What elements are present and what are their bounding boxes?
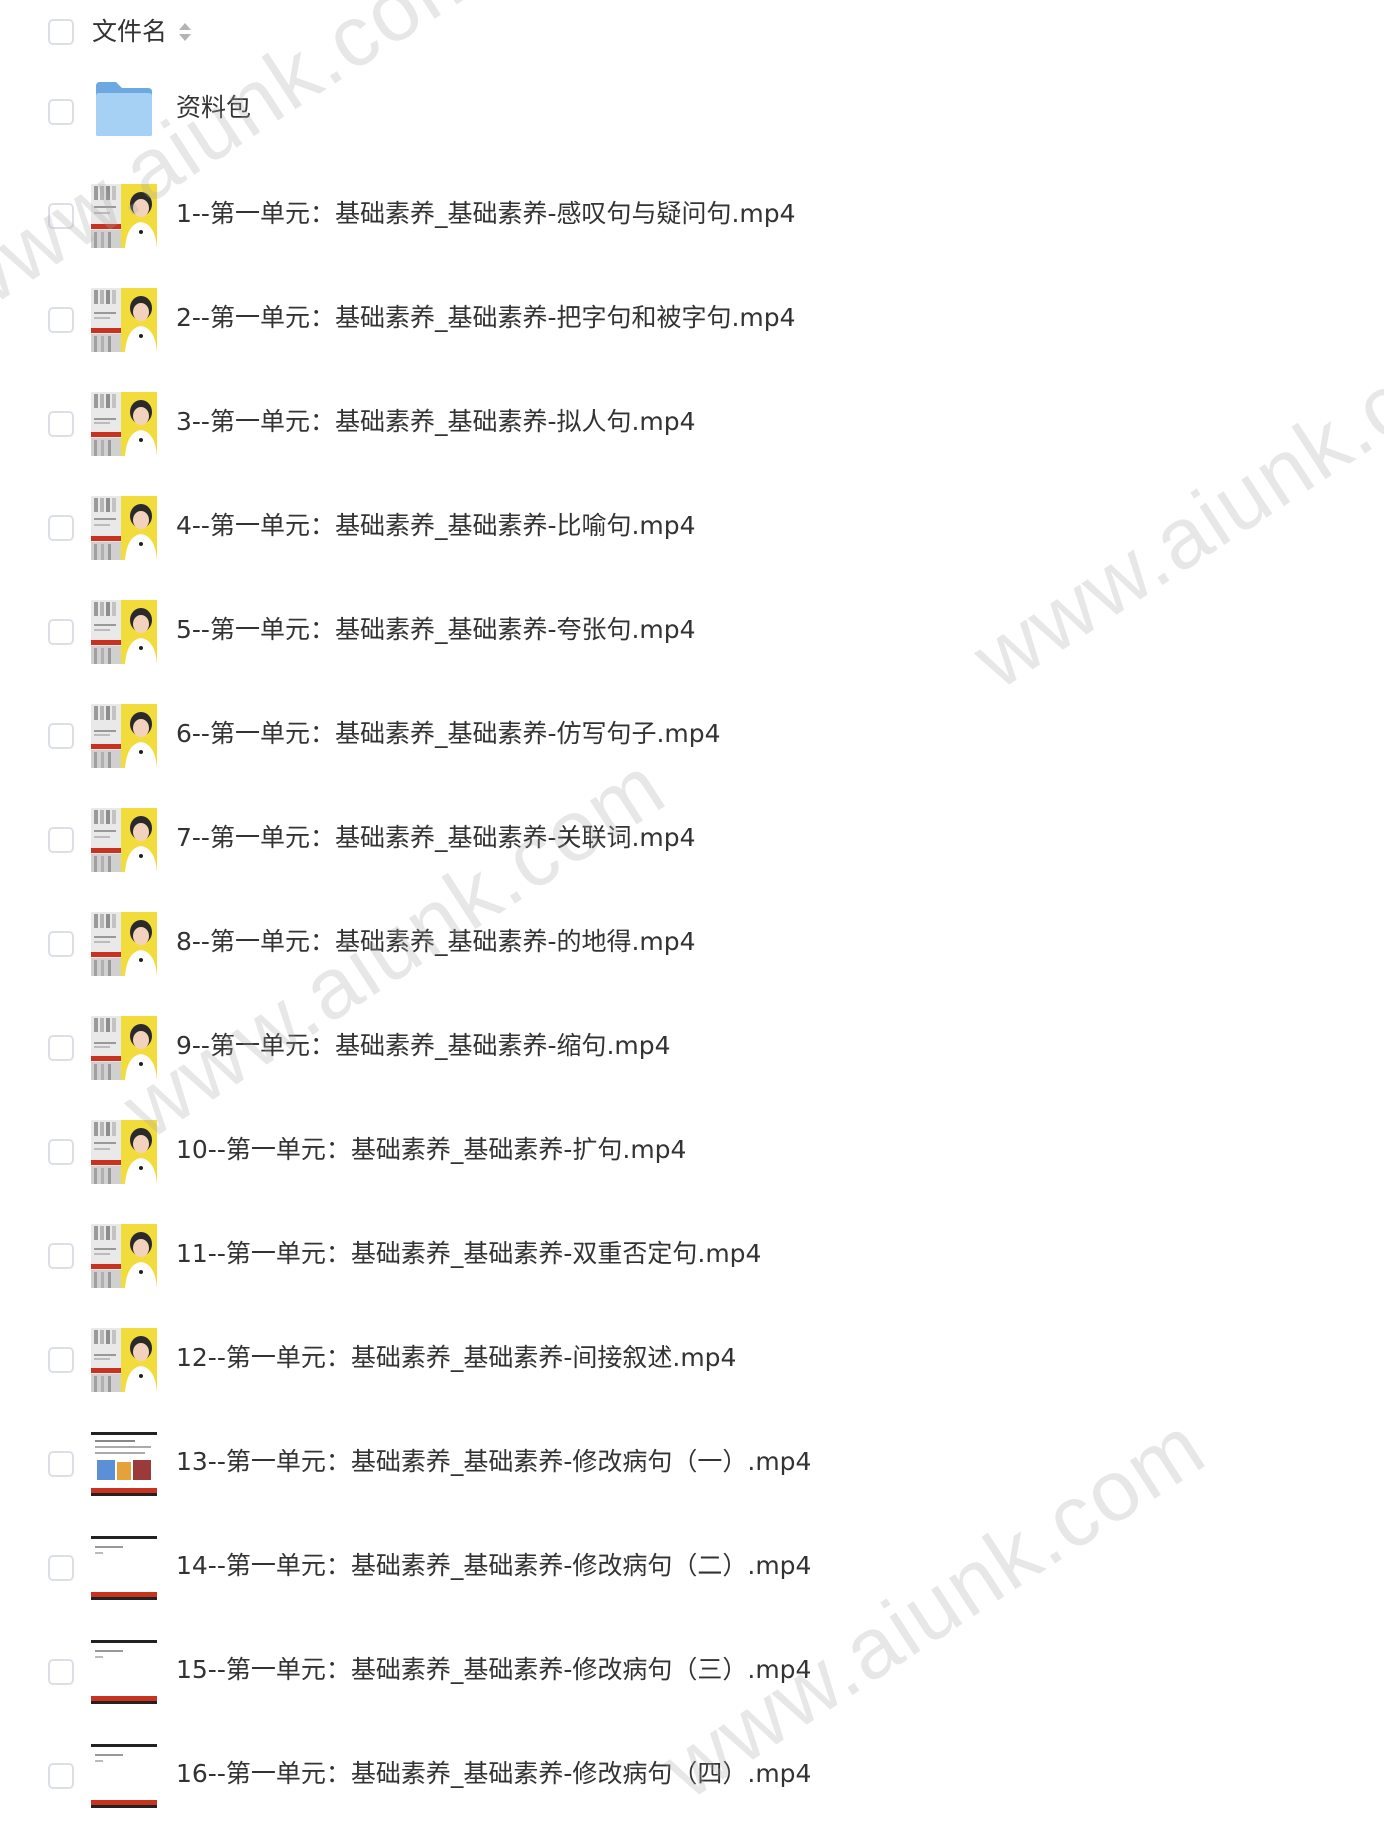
video-thumbnail-icon (91, 1224, 157, 1288)
file-name[interactable]: 16--第一单元：基础素养_基础素养-修改病句（四）.mp4 (176, 1754, 811, 1794)
video-thumbnail-icon (91, 496, 157, 560)
row-checkbox[interactable] (48, 1659, 74, 1685)
row-checkbox[interactable] (48, 307, 74, 333)
row-checkbox[interactable] (48, 203, 74, 229)
row-checkbox[interactable] (48, 411, 74, 437)
row-checkbox[interactable] (48, 1555, 74, 1581)
row-checkbox[interactable] (48, 515, 74, 541)
file-row[interactable]: 13--第一单元：基础素养_基础素养-修改病句（一）.mp4 (0, 1412, 1384, 1516)
file-list: 文件名 资料包 1--第一单元：基础素养_基础素养-感叹句与疑问句.mp4 2--… (0, 0, 1384, 1808)
file-name[interactable]: 11--第一单元：基础素养_基础素养-双重否定句.mp4 (176, 1234, 761, 1274)
video-thumbnail-icon (91, 1432, 157, 1496)
row-checkbox[interactable] (48, 99, 74, 125)
video-thumbnail-icon (91, 1640, 157, 1704)
video-thumbnail-icon (91, 1328, 157, 1392)
file-row[interactable]: 8--第一单元：基础素养_基础素养-的地得.mp4 (0, 892, 1384, 996)
row-checkbox[interactable] (48, 723, 74, 749)
row-checkbox[interactable] (48, 1763, 74, 1789)
filename-column-header[interactable]: 文件名 (92, 14, 167, 50)
file-name[interactable]: 3--第一单元：基础素养_基础素养-拟人句.mp4 (176, 402, 696, 442)
row-checkbox[interactable] (48, 931, 74, 957)
file-name[interactable]: 9--第一单元：基础素养_基础素养-缩句.mp4 (176, 1026, 671, 1066)
sort-icon[interactable] (178, 20, 192, 44)
file-name[interactable]: 15--第一单元：基础素养_基础素养-修改病句（三）.mp4 (176, 1650, 811, 1690)
row-checkbox[interactable] (48, 1451, 74, 1477)
row-checkbox[interactable] (48, 619, 74, 645)
video-thumbnail-icon (91, 600, 157, 664)
file-row[interactable]: 6--第一单元：基础素养_基础素养-仿写句子.mp4 (0, 684, 1384, 788)
file-name[interactable]: 8--第一单元：基础素养_基础素养-的地得.mp4 (176, 922, 696, 962)
file-list-header: 文件名 (0, 0, 1384, 64)
video-thumbnail-icon (91, 288, 157, 352)
video-thumbnail-icon (91, 704, 157, 768)
file-row[interactable]: 7--第一单元：基础素养_基础素养-关联词.mp4 (0, 788, 1384, 892)
file-row[interactable]: 11--第一单元：基础素养_基础素养-双重否定句.mp4 (0, 1204, 1384, 1308)
select-all-checkbox[interactable] (48, 19, 74, 45)
file-row[interactable]: 1--第一单元：基础素养_基础素养-感叹句与疑问句.mp4 (0, 164, 1384, 268)
file-row[interactable]: 3--第一单元：基础素养_基础素养-拟人句.mp4 (0, 372, 1384, 476)
video-thumbnail-icon (91, 808, 157, 872)
file-name[interactable]: 12--第一单元：基础素养_基础素养-间接叙述.mp4 (176, 1338, 736, 1378)
file-row[interactable]: 16--第一单元：基础素养_基础素养-修改病句（四）.mp4 (0, 1724, 1384, 1828)
file-name[interactable]: 2--第一单元：基础素养_基础素养-把字句和被字句.mp4 (176, 298, 796, 338)
video-thumbnail-icon (91, 392, 157, 456)
file-row[interactable]: 14--第一单元：基础素养_基础素养-修改病句（二）.mp4 (0, 1516, 1384, 1620)
file-row[interactable]: 4--第一单元：基础素养_基础素养-比喻句.mp4 (0, 476, 1384, 580)
folder-name[interactable]: 资料包 (176, 88, 251, 128)
file-row[interactable]: 12--第一单元：基础素养_基础素养-间接叙述.mp4 (0, 1308, 1384, 1412)
file-name[interactable]: 13--第一单元：基础素养_基础素养-修改病句（一）.mp4 (176, 1442, 811, 1482)
file-name[interactable]: 1--第一单元：基础素养_基础素养-感叹句与疑问句.mp4 (176, 194, 796, 234)
video-thumbnail-icon (91, 1016, 157, 1080)
file-row[interactable]: 15--第一单元：基础素养_基础素养-修改病句（三）.mp4 (0, 1620, 1384, 1724)
folder-row[interactable]: 资料包 (0, 60, 1384, 164)
row-checkbox[interactable] (48, 1035, 74, 1061)
file-row[interactable]: 2--第一单元：基础素养_基础素养-把字句和被字句.mp4 (0, 268, 1384, 372)
row-checkbox[interactable] (48, 827, 74, 853)
file-row[interactable]: 10--第一单元：基础素养_基础素养-扩句.mp4 (0, 1100, 1384, 1204)
row-checkbox[interactable] (48, 1139, 74, 1165)
file-name[interactable]: 4--第一单元：基础素养_基础素养-比喻句.mp4 (176, 506, 696, 546)
file-name[interactable]: 5--第一单元：基础素养_基础素养-夸张句.mp4 (176, 610, 696, 650)
folder-icon (96, 82, 152, 136)
file-name[interactable]: 6--第一单元：基础素养_基础素养-仿写句子.mp4 (176, 714, 721, 754)
file-name[interactable]: 14--第一单元：基础素养_基础素养-修改病句（二）.mp4 (176, 1546, 811, 1586)
video-thumbnail-icon (91, 184, 157, 248)
row-checkbox[interactable] (48, 1347, 74, 1373)
row-checkbox[interactable] (48, 1243, 74, 1269)
file-name[interactable]: 7--第一单元：基础素养_基础素养-关联词.mp4 (176, 818, 696, 858)
video-thumbnail-icon (91, 1536, 157, 1600)
video-thumbnail-icon (91, 1744, 157, 1808)
file-row[interactable]: 9--第一单元：基础素养_基础素养-缩句.mp4 (0, 996, 1384, 1100)
video-thumbnail-icon (91, 1120, 157, 1184)
file-name[interactable]: 10--第一单元：基础素养_基础素养-扩句.mp4 (176, 1130, 686, 1170)
video-thumbnail-icon (91, 912, 157, 976)
file-row[interactable]: 5--第一单元：基础素养_基础素养-夸张句.mp4 (0, 580, 1384, 684)
